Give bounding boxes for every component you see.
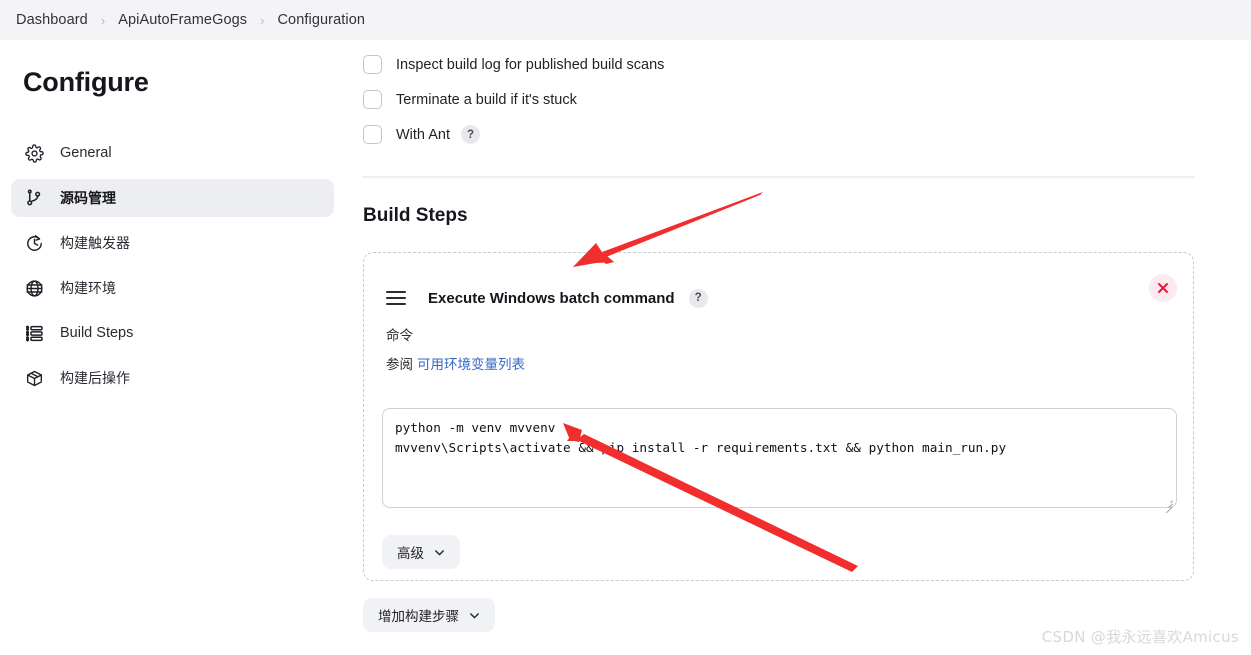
checkbox-with-ant[interactable]: [363, 125, 382, 144]
command-field-label: 命令: [386, 328, 413, 344]
breadcrumb-item-dashboard[interactable]: Dashboard: [12, 12, 92, 28]
main-content: Inspect build log for published build sc…: [340, 40, 1251, 655]
reference-prefix: 参阅: [386, 357, 413, 373]
sidebar-item-general[interactable]: General: [11, 134, 334, 172]
checkbox-row-inspect-build-log[interactable]: Inspect build log for published build sc…: [363, 47, 1220, 82]
advanced-button-label: 高级: [397, 546, 424, 562]
list-icon: [23, 322, 45, 344]
clock-icon: [23, 232, 45, 254]
sidebar-item-label: General: [60, 145, 112, 161]
sidebar-nav: General 源码管理 构建触发器 构建环境 Build Steps 构建后操…: [11, 134, 334, 404]
breadcrumb: Dashboard › ApiAutoFrameGogs › Configura…: [0, 0, 1251, 40]
checkbox-inspect-build-log[interactable]: [363, 55, 382, 74]
sidebar: Configure General 源码管理 构建触发器 构建环境 Build …: [0, 40, 340, 655]
checkbox-label: Terminate a build if it's stuck: [396, 91, 577, 108]
watermark: CSDN @我永远喜欢Amicus: [1041, 628, 1239, 646]
sidebar-item-source-control[interactable]: 源码管理: [11, 179, 334, 217]
section-divider: [363, 176, 1195, 178]
checkbox-terminate-stuck-build[interactable]: [363, 90, 382, 109]
help-icon[interactable]: ?: [688, 288, 708, 308]
checkbox-row-terminate-stuck-build[interactable]: Terminate a build if it's stuck: [363, 82, 1220, 117]
sidebar-item-label: 源码管理: [60, 191, 116, 207]
git-branch-icon: [23, 187, 45, 209]
command-input[interactable]: [382, 408, 1177, 508]
command-reference-note: 参阅 可用环境变量列表: [386, 353, 1193, 373]
sidebar-item-label: 构建触发器: [60, 236, 130, 252]
chevron-down-icon: [469, 610, 480, 621]
sidebar-item-post-build-actions[interactable]: 构建后操作: [11, 359, 334, 397]
breadcrumb-item-project[interactable]: ApiAutoFrameGogs: [114, 12, 251, 28]
breadcrumb-item-configuration[interactable]: Configuration: [273, 12, 369, 28]
configuration-page: Dashboard › ApiAutoFrameGogs › Configura…: [0, 0, 1251, 655]
add-build-step-button[interactable]: 增加构建步骤: [363, 598, 495, 632]
close-icon: [1158, 283, 1168, 293]
advanced-button[interactable]: 高级: [382, 535, 460, 569]
build-step-header: Execute Windows batch command ?: [364, 274, 1193, 322]
sidebar-item-build-triggers[interactable]: 构建触发器: [11, 224, 334, 262]
drag-handle-icon[interactable]: [386, 291, 406, 305]
build-step-card: Execute Windows batch command ? 命令 参阅 可用环…: [363, 252, 1194, 581]
sidebar-item-label: 构建后操作: [60, 371, 130, 387]
delete-build-step-button[interactable]: [1149, 274, 1177, 302]
breadcrumb-separator: ›: [260, 12, 265, 28]
build-steps-heading: Build Steps: [363, 205, 468, 226]
breadcrumb-separator: ›: [100, 12, 106, 28]
globe-icon: [23, 277, 45, 299]
sidebar-item-build-steps[interactable]: Build Steps: [11, 314, 334, 352]
page-title: Configure: [23, 67, 149, 97]
sidebar-item-label: Build Steps: [60, 325, 134, 341]
checkbox-row-with-ant[interactable]: With Ant ?: [363, 117, 1220, 152]
checkbox-label: With Ant: [396, 126, 450, 143]
available-env-vars-link[interactable]: 可用环境变量列表: [417, 357, 525, 373]
chevron-down-icon: [434, 547, 445, 558]
checkbox-label: Inspect build log for published build sc…: [396, 56, 665, 73]
help-icon[interactable]: ?: [461, 125, 480, 144]
checkbox-group: Inspect build log for published build sc…: [340, 47, 1220, 152]
gear-icon: [23, 142, 45, 164]
package-icon: [23, 367, 45, 389]
build-step-title: Execute Windows batch command: [428, 289, 675, 307]
sidebar-item-label: 构建环境: [60, 281, 116, 297]
add-build-step-label: 增加构建步骤: [378, 609, 459, 625]
sidebar-item-build-environment[interactable]: 构建环境: [11, 269, 334, 307]
